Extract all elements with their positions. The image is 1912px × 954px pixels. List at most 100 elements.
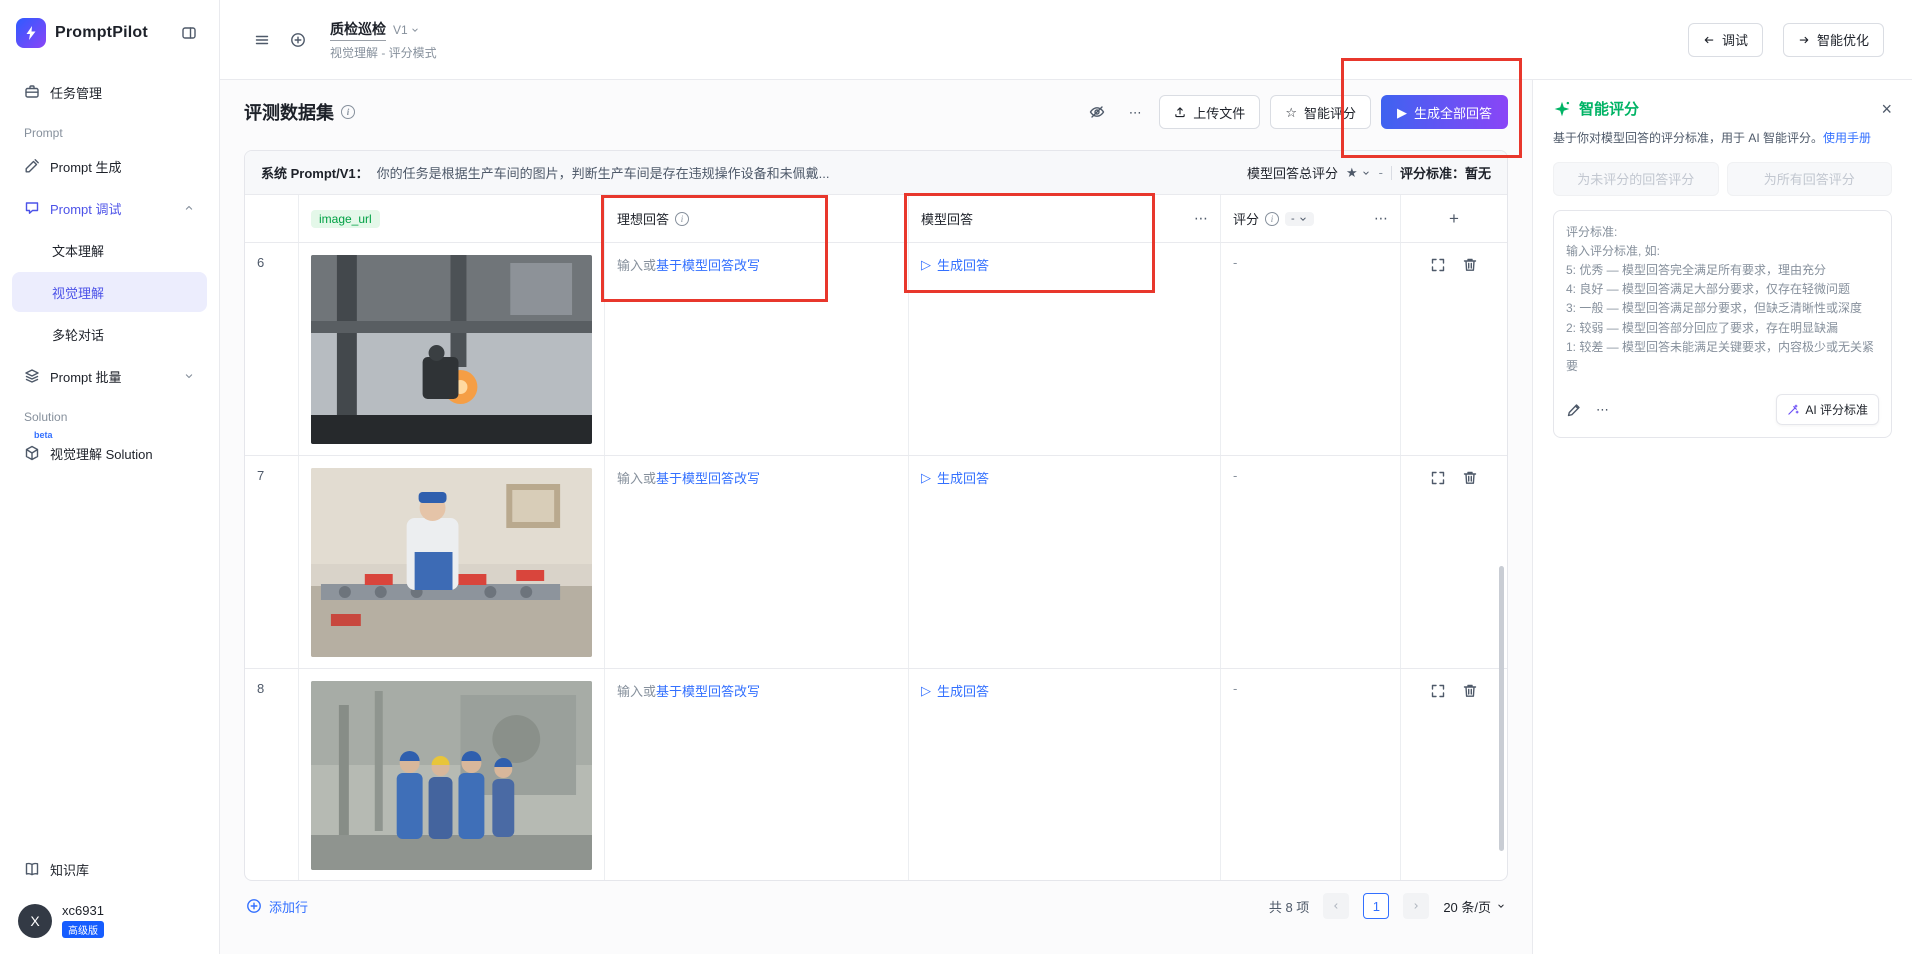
score-label: 评分 bbox=[1233, 209, 1259, 228]
score-filter-chip[interactable]: - bbox=[1285, 212, 1314, 226]
header-image-url[interactable]: image_url bbox=[299, 195, 605, 242]
rewrite-from-model-link[interactable]: 基于模型回答改写 bbox=[656, 471, 760, 486]
briefcase-icon bbox=[24, 84, 40, 100]
ideal-answer-cell[interactable]: 输入或基于模型回答改写 bbox=[605, 669, 909, 881]
topbar: 质检巡检 V1 视觉理解 - 评分模式 调试 智能优化 bbox=[220, 0, 1912, 80]
row-actions-cell bbox=[1401, 456, 1507, 668]
dataset-image-factory-inspection-group[interactable] bbox=[311, 681, 592, 870]
task-title-block: 质检巡检 V1 视觉理解 - 评分模式 bbox=[330, 19, 437, 61]
rewrite-from-model-link[interactable]: 基于模型回答改写 bbox=[656, 684, 760, 699]
header-row-number bbox=[245, 195, 299, 242]
cube-icon bbox=[24, 445, 40, 461]
delete-row-button[interactable] bbox=[1462, 257, 1478, 273]
add-column-button[interactable]: + bbox=[1413, 209, 1495, 229]
trash-icon bbox=[1462, 470, 1478, 486]
sidebar-nav: 任务管理 Prompt Prompt 生成 Prompt 调试 文本理解 视觉理… bbox=[0, 66, 219, 478]
smart-optimize-button[interactable]: 智能优化 bbox=[1783, 23, 1884, 57]
score-all-button[interactable]: 为所有回答评分 bbox=[1727, 162, 1893, 196]
sidebar-item-prompt-generate[interactable]: Prompt 生成 bbox=[12, 146, 207, 186]
score-type-chip[interactable]: ★ bbox=[1346, 166, 1371, 179]
edit-criteria-button[interactable] bbox=[1566, 402, 1582, 418]
sidebar: PromptPilot 任务管理 Prompt Prompt 生成 Prompt… bbox=[0, 0, 220, 954]
panel-description: 基于你对模型回答的评分标准，用于 AI 智能评分。使用手册 bbox=[1553, 129, 1892, 148]
chevron-down-icon bbox=[410, 25, 420, 35]
dataset-title-row: 评测数据集 i ⋯ 上传文件 bbox=[244, 94, 1508, 130]
dataset-image-welding-workshop[interactable] bbox=[311, 255, 592, 444]
sidebar-item-text-understanding[interactable]: 文本理解 bbox=[12, 230, 207, 270]
sidebar-item-multi-turn-dialog[interactable]: 多轮对话 bbox=[12, 314, 207, 354]
generate-answer-link[interactable]: ▷ 生成回答 bbox=[921, 255, 989, 274]
sidebar-item-task-management[interactable]: 任务管理 bbox=[12, 72, 207, 112]
vertical-scrollbar-thumb[interactable] bbox=[1499, 566, 1504, 851]
star-outline-icon: ☆ bbox=[1285, 106, 1297, 119]
close-panel-button[interactable]: × bbox=[1881, 100, 1892, 118]
sidebar-item-knowledge-base[interactable]: 知识库 bbox=[12, 849, 207, 889]
criteria-toolbar: ⋯ AI 评分标准 bbox=[1566, 394, 1879, 425]
layers-icon bbox=[24, 368, 40, 384]
delete-row-button[interactable] bbox=[1462, 683, 1478, 699]
header-ideal-answer[interactable]: 理想回答 i bbox=[605, 195, 909, 242]
plus-circle-icon bbox=[246, 898, 262, 914]
rewrite-from-model-link[interactable]: 基于模型回答改写 bbox=[656, 258, 760, 273]
ideal-answer-label: 理想回答 bbox=[617, 209, 669, 228]
generate-answer-link[interactable]: ▷ 生成回答 bbox=[921, 468, 989, 487]
sidebar-item-visual-solution[interactable]: beta 视觉理解 Solution bbox=[12, 430, 207, 476]
hamburger-menu-button[interactable] bbox=[248, 26, 276, 54]
model-answer-cell: ▷ 生成回答 bbox=[909, 456, 1221, 668]
ideal-answer-cell[interactable]: 输入或基于模型回答改写 bbox=[605, 243, 909, 455]
smart-score-button[interactable]: ☆ 智能评分 bbox=[1270, 95, 1371, 129]
image-cell bbox=[299, 456, 605, 668]
user-manual-link[interactable]: 使用手册 bbox=[1823, 131, 1871, 145]
user-account[interactable]: X xc6931 高级版 bbox=[0, 891, 219, 944]
table-footer: 添加行 共 8 项 1 20 条/页 bbox=[244, 881, 1508, 931]
expand-row-button[interactable] bbox=[1430, 683, 1446, 699]
generate-answer-label: 生成回答 bbox=[937, 255, 989, 274]
header-add-column: + bbox=[1401, 195, 1507, 242]
column-menu-icon[interactable]: ⋯ bbox=[1194, 210, 1208, 227]
generate-answer-label: 生成回答 bbox=[937, 468, 989, 487]
header-score[interactable]: 评分 i - ⋯ bbox=[1221, 195, 1401, 242]
generate-answer-link[interactable]: ▷ 生成回答 bbox=[921, 681, 989, 700]
page-size-select[interactable]: 20 条/页 bbox=[1443, 897, 1506, 916]
upload-file-button[interactable]: 上传文件 bbox=[1159, 95, 1260, 129]
sidebar-item-prompt-debug[interactable]: Prompt 调试 bbox=[12, 188, 207, 228]
add-row-button[interactable]: 添加行 bbox=[246, 897, 308, 916]
more-actions-button[interactable]: ⋯ bbox=[1121, 98, 1149, 126]
dataset-image-worker-conveyor[interactable] bbox=[311, 468, 592, 657]
generate-all-answers-button[interactable]: ▶ 生成全部回答 bbox=[1381, 95, 1508, 129]
new-task-button[interactable] bbox=[284, 26, 312, 54]
delete-row-button[interactable] bbox=[1462, 470, 1478, 486]
avatar: X bbox=[18, 904, 52, 938]
plus-circle-icon bbox=[290, 32, 306, 48]
score-unscored-button[interactable]: 为未评分的回答评分 bbox=[1553, 162, 1719, 196]
criteria-editor[interactable]: 评分标准: 输入评分标准, 如: 5: 优秀 — 模型回答完全满足所有要求，理由… bbox=[1553, 210, 1892, 439]
expand-row-button[interactable] bbox=[1430, 470, 1446, 486]
prev-page-button[interactable] bbox=[1323, 893, 1349, 919]
next-page-button[interactable] bbox=[1403, 893, 1429, 919]
fullscreen-icon bbox=[1430, 683, 1446, 699]
hide-columns-button[interactable] bbox=[1083, 98, 1111, 126]
play-icon: ▶ bbox=[1397, 106, 1407, 119]
expand-row-button[interactable] bbox=[1430, 257, 1446, 273]
criteria-more-button[interactable]: ⋯ bbox=[1596, 403, 1609, 416]
ideal-answer-cell[interactable]: 输入或基于模型回答改写 bbox=[605, 456, 909, 668]
score-filter-value: - bbox=[1291, 213, 1295, 225]
sidebar-collapse-button[interactable] bbox=[175, 19, 203, 47]
page-title: 评测数据集 bbox=[244, 99, 334, 125]
magic-pen-icon bbox=[24, 158, 40, 174]
prompt-bar-right: 模型回答总评分 ★ - 评分标准：暂无 bbox=[1247, 163, 1491, 182]
header-model-answer[interactable]: 模型回答 ⋯ bbox=[909, 195, 1221, 242]
current-page-button[interactable]: 1 bbox=[1363, 893, 1389, 919]
plan-badge: 高级版 bbox=[62, 921, 104, 938]
version-selector[interactable]: V1 bbox=[393, 23, 420, 37]
sidebar-item-visual-understanding[interactable]: 视觉理解 bbox=[12, 272, 207, 312]
image-cell bbox=[299, 669, 605, 881]
sidebar-item-prompt-batch[interactable]: Prompt 批量 bbox=[12, 356, 207, 396]
criteria-line: 5: 优秀 — 模型回答完全满足所有要求，理由充分 bbox=[1566, 261, 1879, 280]
eye-off-icon bbox=[1089, 104, 1105, 120]
total-items-label: 共 8 项 bbox=[1269, 897, 1309, 916]
ai-criteria-button[interactable]: AI 评分标准 bbox=[1776, 394, 1879, 425]
debug-button[interactable]: 调试 bbox=[1688, 23, 1763, 57]
nav-label: Prompt 生成 bbox=[50, 157, 122, 176]
column-menu-icon[interactable]: ⋯ bbox=[1374, 210, 1388, 227]
